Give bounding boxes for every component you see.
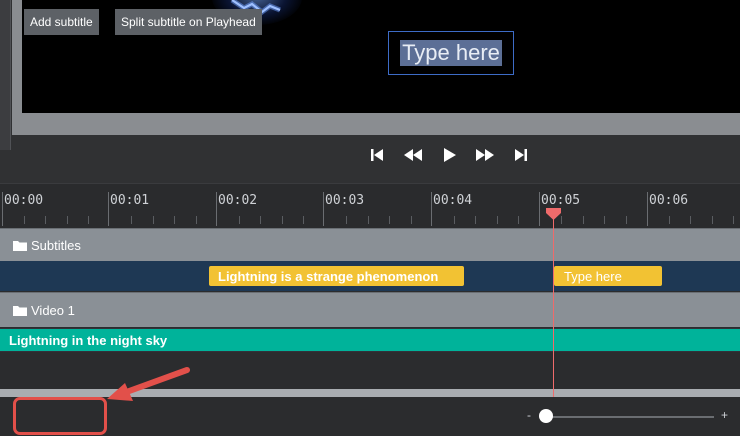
track-name-subtitles: Subtitles xyxy=(31,237,81,253)
ruler-minor-tick xyxy=(303,216,304,224)
ruler-tick-label: 00:04 xyxy=(433,193,473,208)
track-header-video[interactable]: Video 1 xyxy=(0,292,740,327)
ruler-minor-tick xyxy=(367,216,369,224)
subtitle-lane[interactable]: Lightning is a strange phenomenon Type h… xyxy=(0,261,740,291)
ruler-minor-tick xyxy=(389,216,390,224)
ruler-minor-tick xyxy=(582,216,584,224)
highlight-annotation xyxy=(13,397,107,435)
ruler-minor-tick xyxy=(625,216,627,224)
ruler-major-tick xyxy=(647,192,648,226)
left-panel-edge xyxy=(0,0,11,150)
ruler-minor-tick xyxy=(453,216,455,224)
rewind-icon[interactable] xyxy=(402,144,424,166)
ruler-minor-tick xyxy=(174,216,175,224)
track-name-video: Video 1 xyxy=(31,302,75,318)
ruler-tick-label: 00:06 xyxy=(649,193,689,208)
track-header-subtitles[interactable]: Subtitles xyxy=(0,228,740,261)
ruler-major-tick xyxy=(108,192,109,226)
ruler-minor-tick xyxy=(260,216,261,224)
playback-controls xyxy=(366,143,532,167)
timeline-ruler[interactable]: 00:00 00:01 00:02 00:03 00:04 00:05 00:0… xyxy=(0,183,740,228)
ruler-tick-label: 00:01 xyxy=(110,193,150,208)
playhead-line[interactable] xyxy=(553,208,554,398)
zoom-in-label[interactable]: + xyxy=(721,408,728,422)
ruler-minor-tick xyxy=(23,216,25,224)
ruler-major-tick xyxy=(2,192,3,226)
ruler-tick-label: 00:03 xyxy=(325,193,365,208)
ruler-minor-tick xyxy=(238,216,240,224)
ruler-minor-tick xyxy=(668,216,670,224)
zoom-out-label[interactable]: - xyxy=(527,408,531,422)
ruler-minor-tick xyxy=(410,216,412,224)
ruler-tick-label: 00:00 xyxy=(4,193,44,208)
ruler-tick-label: 00:02 xyxy=(218,193,258,208)
ruler-minor-tick xyxy=(604,216,605,224)
folder-icon xyxy=(13,305,27,316)
ruler-minor-tick xyxy=(733,216,734,224)
ruler-major-tick xyxy=(539,192,540,226)
subtitle-clip[interactable]: Type here xyxy=(554,266,662,286)
ruler-minor-tick xyxy=(496,216,498,224)
ruler-minor-tick xyxy=(518,216,519,224)
skip-to-end-icon[interactable] xyxy=(510,144,532,166)
zoom-slider-track[interactable] xyxy=(540,416,714,418)
ruler-minor-tick xyxy=(66,216,68,224)
subtitle-clip[interactable]: Lightning is a strange phenomenon xyxy=(209,266,464,286)
playhead-handle[interactable] xyxy=(545,207,562,226)
split-subtitle-button[interactable]: Split subtitle on Playhead xyxy=(115,9,262,35)
ruler-minor-tick xyxy=(88,216,89,224)
ruler-minor-tick xyxy=(45,216,46,224)
ruler-major-tick xyxy=(216,192,217,226)
folder-icon xyxy=(13,240,27,251)
ruler-minor-tick xyxy=(711,216,713,224)
ruler-minor-tick xyxy=(152,216,154,224)
ruler-minor-tick xyxy=(195,216,197,224)
ruler-minor-tick xyxy=(690,216,691,224)
subtitle-text-box[interactable]: Type here xyxy=(388,31,514,75)
ruler-major-tick xyxy=(323,192,324,226)
play-icon[interactable] xyxy=(438,144,460,166)
fast-forward-icon[interactable] xyxy=(474,144,496,166)
skip-to-start-icon[interactable] xyxy=(366,144,388,166)
subtitle-text-value[interactable]: Type here xyxy=(400,40,502,66)
zoom-slider-handle[interactable] xyxy=(539,409,553,423)
video-lane[interactable]: Lightning in the night sky xyxy=(0,328,740,352)
ruler-minor-tick xyxy=(131,216,132,224)
video-clip[interactable]: Lightning in the night sky xyxy=(0,329,740,351)
ruler-minor-tick xyxy=(475,216,476,224)
arrow-annotation xyxy=(95,360,195,415)
ruler-major-tick xyxy=(431,192,432,226)
ruler-tick-label: 00:05 xyxy=(541,193,581,208)
add-subtitle-button[interactable]: Add subtitle xyxy=(24,9,99,35)
ruler-minor-tick xyxy=(281,216,283,224)
ruler-minor-tick xyxy=(346,216,347,224)
